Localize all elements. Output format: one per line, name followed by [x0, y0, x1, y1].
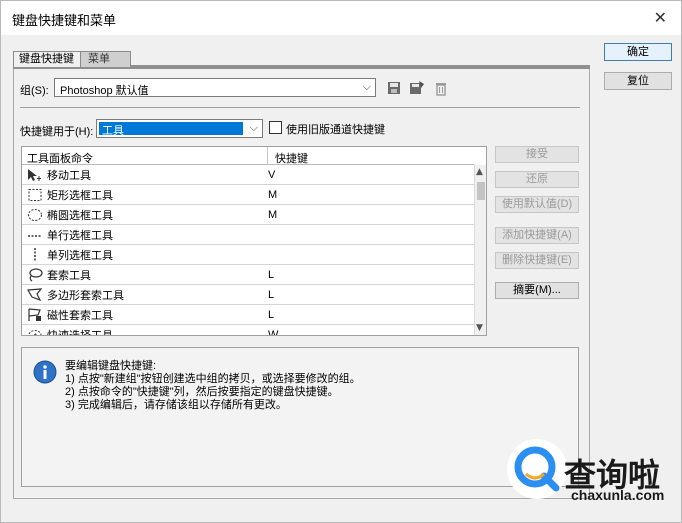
scroll-up-icon[interactable]: ▲: [476, 167, 483, 177]
table-scrollbar[interactable]: ▲ ▼: [474, 165, 486, 335]
reset-button[interactable]: 复位: [604, 72, 672, 90]
delete-set-icon[interactable]: [433, 80, 449, 96]
table-row[interactable]: 移动工具 V: [22, 165, 474, 185]
single-column-marquee-icon: [34, 248, 36, 262]
chevron-down-icon: ⌵: [362, 80, 371, 93]
table-row[interactable]: 多边形套索工具 L: [22, 285, 474, 305]
accept-button[interactable]: 接受: [495, 146, 579, 163]
dialog-title: 键盘快捷键和菜单: [12, 13, 117, 28]
table-rows: 移动工具 V 矩形选框工具 M 椭圆选框工具 M 单行选框工具 单列选框工具 套…: [22, 165, 474, 336]
command-name: 移动工具: [47, 170, 91, 182]
divider: [20, 107, 580, 108]
command-name: 矩形选框工具: [47, 190, 113, 202]
shortcuts-for-value: 工具: [102, 125, 124, 137]
magnetic-lasso-icon: [28, 308, 41, 321]
tab-menus-label: 菜单: [88, 53, 110, 65]
watermark-logo-icon: [507, 439, 567, 499]
shortcut-key[interactable]: L: [268, 289, 274, 301]
ellipse-marquee-icon: [28, 209, 42, 221]
shortcut-key[interactable]: M: [268, 189, 277, 201]
shortcuts-table: 工具面板命令 快捷键 移动工具 V 矩形选框工具 M 椭圆选框工具 M 单行选框…: [21, 146, 487, 336]
chevron-down-icon: ⌵: [249, 121, 258, 134]
column-header-shortcut[interactable]: 快捷键: [275, 150, 308, 166]
shortcut-key[interactable]: W: [268, 329, 278, 335]
save-as-set-icon[interactable]: [409, 80, 425, 96]
shortcut-key[interactable]: L: [268, 269, 274, 281]
scrollbar-thumb[interactable]: [477, 182, 485, 200]
group-select[interactable]: Photoshop 默认值 ⌵: [54, 78, 376, 97]
rect-marquee-icon: [28, 189, 42, 201]
table-row[interactable]: 快速选择工具 W: [22, 325, 474, 336]
command-name: 多边形套索工具: [47, 290, 124, 302]
tab-keyboard-shortcuts-label: 键盘快捷键: [19, 53, 74, 65]
column-header-command[interactable]: 工具面板命令: [27, 150, 93, 166]
summarize-button[interactable]: 摘要(M)...: [495, 282, 579, 299]
table-header: 工具面板命令 快捷键: [22, 147, 474, 165]
info-panel: 要编辑键盘快捷键: 1) 点按"新建组"按钮创建选中组的拷贝，或选择要修改的组。…: [21, 347, 579, 487]
use-default-button[interactable]: 使用默认值(D): [495, 196, 579, 213]
table-row[interactable]: 套索工具 L: [22, 265, 474, 285]
undo-button[interactable]: 还原: [495, 171, 579, 188]
title-bar: 键盘快捷键和菜单 ✕: [1, 1, 681, 35]
polygon-lasso-icon: [27, 288, 43, 302]
shortcut-key[interactable]: M: [268, 209, 277, 221]
move-tool-icon: [28, 169, 41, 181]
legacy-channel-checkbox[interactable]: [269, 121, 282, 134]
command-name: 单列选框工具: [47, 250, 113, 262]
column-separator: [267, 147, 268, 165]
delete-shortcut-button[interactable]: 删除快捷键(E): [495, 252, 579, 269]
legacy-channel-label: 使用旧版通道快捷键: [286, 124, 385, 136]
info-icon: [33, 360, 57, 384]
command-name: 磁性套索工具: [47, 310, 113, 322]
ok-button[interactable]: 确定: [604, 43, 672, 61]
table-row[interactable]: 磁性套索工具 L: [22, 305, 474, 325]
command-name: 套索工具: [47, 270, 91, 282]
close-icon[interactable]: ✕: [654, 8, 667, 27]
shortcut-key[interactable]: L: [268, 309, 274, 321]
table-row[interactable]: 单行选框工具: [22, 225, 474, 245]
info-step-3: 3) 完成编辑后，请存储该组以存储所有更改。: [65, 399, 287, 411]
lasso-icon: [29, 268, 43, 282]
group-label: 组(S):: [20, 85, 49, 97]
table-row[interactable]: 矩形选框工具 M: [22, 185, 474, 205]
save-set-icon[interactable]: [386, 80, 402, 96]
command-name: 快速选择工具: [47, 330, 113, 336]
tab-keyboard-shortcuts[interactable]: 键盘快捷键: [13, 51, 81, 67]
keyboard-shortcuts-dialog: 键盘快捷键和菜单 ✕ 菜单 键盘快捷键 组(S): Photoshop 默认值 …: [0, 0, 682, 523]
add-shortcut-button[interactable]: 添加快捷键(A): [495, 227, 579, 244]
single-row-marquee-icon: [28, 235, 42, 237]
table-row[interactable]: 椭圆选框工具 M: [22, 205, 474, 225]
command-name: 椭圆选框工具: [47, 210, 113, 222]
shortcut-key[interactable]: V: [268, 169, 275, 181]
group-select-value: Photoshop 默认值: [60, 85, 149, 97]
tab-menus[interactable]: 菜单: [79, 51, 131, 67]
watermark-url: chaxunla.com: [571, 487, 665, 503]
shortcuts-for-label: 快捷键用于(H):: [20, 126, 94, 138]
scroll-down-icon[interactable]: ▼: [476, 323, 483, 333]
shortcuts-for-select[interactable]: 工具 ⌵: [96, 119, 263, 138]
quick-selection-icon: [28, 330, 42, 335]
table-row[interactable]: 单列选框工具: [22, 245, 474, 265]
command-name: 单行选框工具: [47, 230, 113, 242]
